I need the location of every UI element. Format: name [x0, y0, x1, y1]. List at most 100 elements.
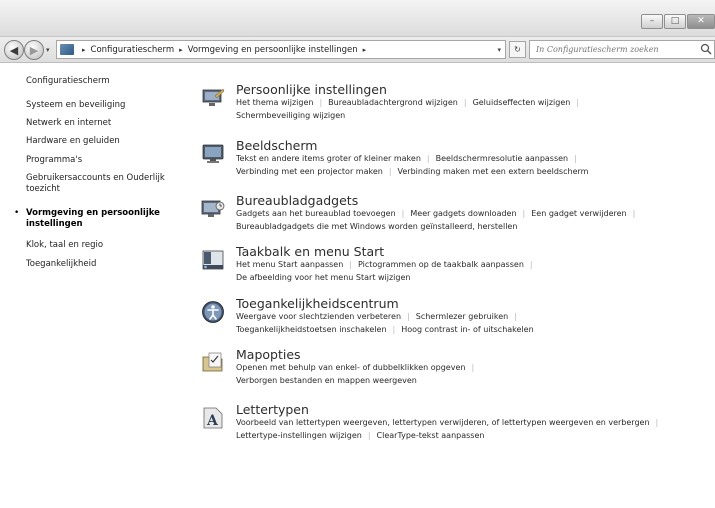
folder-options-icon[interactable] — [201, 351, 225, 375]
taskbar-icon[interactable] — [201, 248, 225, 272]
category-links-line-2: Toegankelijkheidstoetsen inschakelen | Hoo… — [236, 325, 534, 334]
link-gadget-verwijderen[interactable]: Een gadget verwijderen — [531, 209, 626, 218]
back-button[interactable]: ◀ — [4, 40, 24, 60]
recent-pages-dropdown[interactable]: ▾ — [46, 46, 50, 54]
link-separator: | — [471, 363, 475, 372]
chevron-right-icon[interactable]: ▸ — [179, 46, 183, 54]
category-title-mapopties[interactable]: Mapopties — [236, 347, 301, 362]
personalization-icon[interactable] — [201, 86, 225, 110]
sidebar-item-gebruikersaccounts[interactable]: Gebruikersaccounts en Ouderlijk toezicht — [26, 173, 176, 195]
fonts-icon[interactable]: A — [201, 406, 225, 430]
link-verborgen-bestanden[interactable]: Verborgen bestanden en mappen weergeven — [236, 376, 417, 385]
link-menu-start-aanpassen[interactable]: Het menu Start aanpassen — [236, 260, 343, 269]
control-panel-icon — [60, 44, 74, 55]
link-weergave-slechtzienden[interactable]: Weergave voor slechtzienden verbeteren — [236, 312, 401, 321]
window-controls: – □ ✕ — [640, 14, 715, 29]
category-links-line-1: Gadgets aan het bureaublad toevoegen | Mee… — [236, 209, 641, 218]
refresh-icon: ↻ — [514, 45, 521, 54]
search-icon[interactable] — [700, 43, 712, 55]
link-geluidseffecten[interactable]: Geluidseffecten wijzigen — [473, 98, 571, 107]
link-separator: | — [401, 209, 405, 218]
category-title-persoonlijke-instellingen[interactable]: Persoonlijke instellingen — [236, 82, 387, 97]
link-schermbeveiliging[interactable]: Schermbeveiliging wijzigen — [236, 111, 345, 120]
link-separator: | — [529, 260, 533, 269]
link-separator: | — [388, 167, 392, 176]
link-gadgets-downloaden[interactable]: Meer gadgets downloaden — [410, 209, 516, 218]
link-gadgets-herstellen[interactable]: Bureaubladgadgets die met Windows worden… — [236, 222, 517, 231]
navigation-bar: ◀ ▶ ▾ ▸ Configuratiescherm ▸ Vormgeving … — [0, 37, 715, 63]
link-separator: | — [367, 431, 371, 440]
category-title-taakbalk[interactable]: Taakbalk en menu Start — [236, 244, 384, 259]
link-toegankelijkheidstoetsen[interactable]: Toegankelijkheidstoetsen inschakelen — [236, 325, 387, 334]
link-enkel-dubbelklikken[interactable]: Openen met behulp van enkel- of dubbelkl… — [236, 363, 465, 372]
sidebar-item-configuratiescherm[interactable]: Configuratiescherm — [26, 76, 186, 87]
link-gadgets-toevoegen[interactable]: Gadgets aan het bureaublad toevoegen — [236, 209, 396, 218]
sidebar-item-toegankelijkheid[interactable]: Toegankelijkheid — [26, 259, 186, 270]
link-projector[interactable]: Verbinding met een projector maken — [236, 167, 383, 176]
link-afbeelding-menu-start[interactable]: De afbeelding voor het menu Start wijzig… — [236, 273, 410, 282]
link-separator: | — [349, 260, 352, 269]
link-cleartype[interactable]: ClearType-tekst aanpassen — [377, 431, 485, 440]
breadcrumb-configuratiescherm[interactable]: Configuratiescherm — [91, 45, 175, 55]
category-title-beeldscherm[interactable]: Beeldscherm — [236, 138, 317, 153]
link-separator: | — [392, 325, 396, 334]
sidebar-item-hardware-en-geluiden[interactable]: Hardware en geluiden — [26, 136, 186, 147]
left-navigation-pane: Configuratiescherm Systeem en beveiligin… — [0, 64, 190, 508]
close-button[interactable]: ✕ — [687, 14, 715, 29]
link-separator: | — [576, 98, 580, 107]
link-beeldschermresolutie[interactable]: Beeldschermresolutie aanpassen — [436, 154, 569, 163]
ease-of-access-icon[interactable] — [201, 300, 225, 324]
link-separator: | — [632, 209, 636, 218]
link-separator: | — [426, 154, 430, 163]
category-links-line-1: Openen met behulp van enkel- of dubbelkl… — [236, 363, 480, 372]
display-icon[interactable] — [201, 142, 225, 166]
search-input[interactable] — [530, 45, 695, 54]
link-lettertypen-beheren[interactable]: Voorbeeld van lettertypen weergeven, let… — [236, 418, 650, 427]
category-title-toegankelijkheidscentrum[interactable]: Toegankelijkheidscentrum — [236, 296, 399, 311]
address-dropdown-icon[interactable]: ▾ — [497, 46, 501, 54]
address-bar[interactable]: ▸ Configuratiescherm ▸ Vormgeving en per… — [56, 40, 506, 59]
maximize-icon: □ — [670, 16, 680, 26]
sidebar-item-klok-taal-regio[interactable]: Klok, taal en regio — [26, 240, 186, 251]
forward-arrow-icon: ▶ — [29, 43, 39, 57]
gadgets-icon[interactable] — [201, 197, 225, 221]
link-thema-wijzigen[interactable]: Het thema wijzigen — [236, 98, 313, 107]
forward-button[interactable]: ▶ — [24, 40, 44, 60]
category-links-line-1: Het menu Start aanpassen | Pictogrammen op… — [236, 260, 539, 269]
link-tekst-groter-kleiner[interactable]: Tekst en andere items groter of kleiner … — [236, 154, 421, 163]
link-lettertype-instellingen[interactable]: Lettertype-instellingen wijzigen — [236, 431, 362, 440]
link-separator: | — [407, 312, 410, 321]
svg-text:A: A — [206, 413, 219, 429]
link-hoog-contrast[interactable]: Hoog contrast in- of uitschakelen — [401, 325, 533, 334]
chevron-right-icon[interactable]: ▸ — [363, 46, 367, 54]
link-separator: | — [522, 209, 526, 218]
category-title-bureaubladgadgets[interactable]: Bureaubladgadgets — [236, 193, 358, 208]
minimize-icon: – — [649, 16, 655, 26]
maximize-button[interactable]: □ — [664, 14, 686, 29]
category-links-line-2: Verborgen bestanden en mappen weergeven — [236, 376, 417, 385]
sidebar-item-netwerk-en-internet[interactable]: Netwerk en internet — [26, 118, 186, 129]
breadcrumb-vormgeving[interactable]: Vormgeving en persoonlijke instellingen — [188, 45, 358, 55]
category-title-lettertypen[interactable]: Lettertypen — [236, 402, 309, 417]
minimize-button[interactable]: – — [641, 14, 663, 29]
search-box[interactable] — [529, 40, 715, 59]
chevron-right-icon[interactable]: ▸ — [82, 46, 86, 54]
category-links-line-2: Bureaubladgadgets die met Windows worden… — [236, 222, 517, 231]
link-pictogrammen-taakbalk[interactable]: Pictogrammen op de taakbalk aanpassen — [358, 260, 524, 269]
main-content: Persoonlijke instellingen Het thema wijz… — [190, 64, 715, 508]
title-bar: – □ ✕ — [0, 0, 715, 37]
link-schermlezer[interactable]: Schermlezer gebruiken — [416, 312, 509, 321]
category-links-line-2: Schermbeveiliging wijzigen — [236, 111, 345, 120]
category-links-line-1: Het thema wijzigen | Bureaubladachtergrond… — [236, 98, 585, 107]
sidebar-item-vormgeving[interactable]: Vormgeving en persoonlijke instellingen — [26, 208, 186, 230]
category-links-line-2: De afbeelding voor het menu Start wijzig… — [236, 273, 410, 282]
link-bureaubladachtergrond[interactable]: Bureaubladachtergrond wijzigen — [328, 98, 458, 107]
category-links-line-1: Tekst en andere items groter of kleiner … — [236, 154, 583, 163]
link-separator: | — [514, 312, 517, 321]
link-extern-beeldscherm[interactable]: Verbinding maken met een extern beeldsch… — [398, 167, 589, 176]
sidebar-item-systeem-en-beveiliging[interactable]: Systeem en beveiliging — [26, 100, 186, 111]
sidebar-item-programmas[interactable]: Programma's — [26, 155, 186, 166]
close-icon: ✕ — [697, 16, 705, 26]
refresh-button[interactable]: ↻ — [509, 41, 526, 58]
link-separator: | — [463, 98, 467, 107]
